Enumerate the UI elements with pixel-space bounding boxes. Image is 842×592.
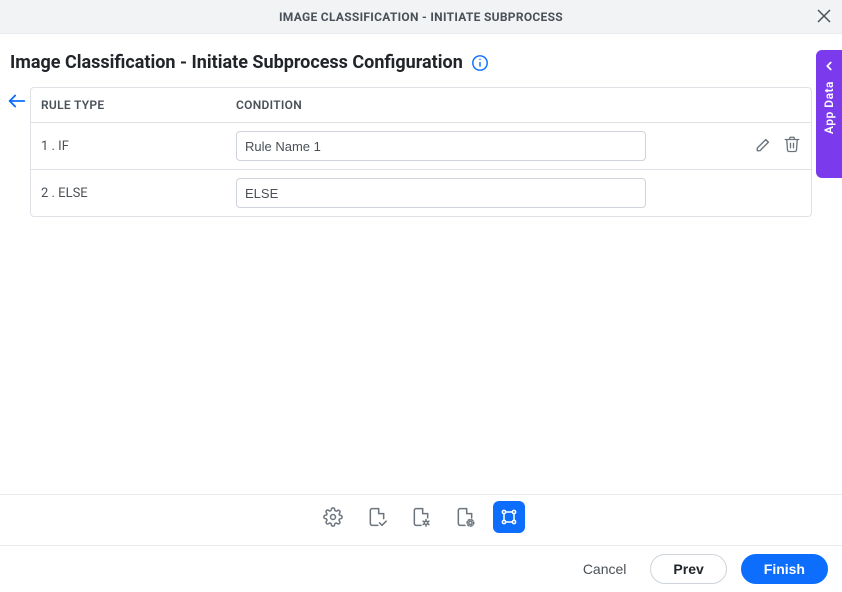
document-settings-icon[interactable] — [449, 501, 481, 533]
document-gear-icon[interactable] — [405, 501, 437, 533]
page-title-row: Image Classification - Initiate Subproce… — [0, 34, 842, 79]
app-data-tab[interactable]: App Data — [816, 50, 842, 178]
footer: Cancel Prev Finish — [0, 546, 842, 592]
rules-header: RULE TYPE CONDITION — [31, 88, 811, 123]
header-actions — [731, 98, 801, 112]
info-icon[interactable] — [471, 54, 489, 72]
row-actions — [731, 135, 801, 157]
back-arrow-icon[interactable] — [6, 90, 28, 116]
finish-button[interactable]: Finish — [741, 554, 828, 584]
modal-header: IMAGE CLASSIFICATION - INITIATE SUBPROCE… — [0, 0, 842, 34]
condition-input[interactable] — [236, 178, 646, 208]
table-row: 2 . ELSE — [31, 170, 811, 216]
document-check-icon[interactable] — [361, 501, 393, 533]
table-row: 1 . IF — [31, 123, 811, 170]
condition-input[interactable] — [236, 131, 646, 161]
condition-cell — [236, 131, 731, 161]
gear-icon[interactable] — [317, 501, 349, 533]
app-data-label: App Data — [822, 81, 836, 134]
condition-cell — [236, 178, 731, 208]
delete-icon[interactable] — [783, 135, 801, 157]
close-icon[interactable] — [816, 7, 832, 27]
edit-icon[interactable] — [755, 135, 773, 157]
prev-button[interactable]: Prev — [650, 554, 726, 584]
rule-type-cell: 1 . IF — [41, 139, 236, 154]
modal-title: IMAGE CLASSIFICATION - INITIATE SUBPROCE… — [279, 10, 563, 24]
header-condition: CONDITION — [236, 98, 731, 112]
chevron-left-icon — [822, 58, 836, 77]
bottom-toolbar — [0, 494, 842, 546]
rules-table: RULE TYPE CONDITION 1 . IF — [30, 87, 812, 217]
cancel-button[interactable]: Cancel — [573, 555, 637, 583]
rule-type-cell: 2 . ELSE — [41, 186, 236, 201]
page-title: Image Classification - Initiate Subproce… — [10, 52, 463, 73]
header-rule-type: RULE TYPE — [41, 98, 236, 112]
workflow-icon[interactable] — [493, 501, 525, 533]
